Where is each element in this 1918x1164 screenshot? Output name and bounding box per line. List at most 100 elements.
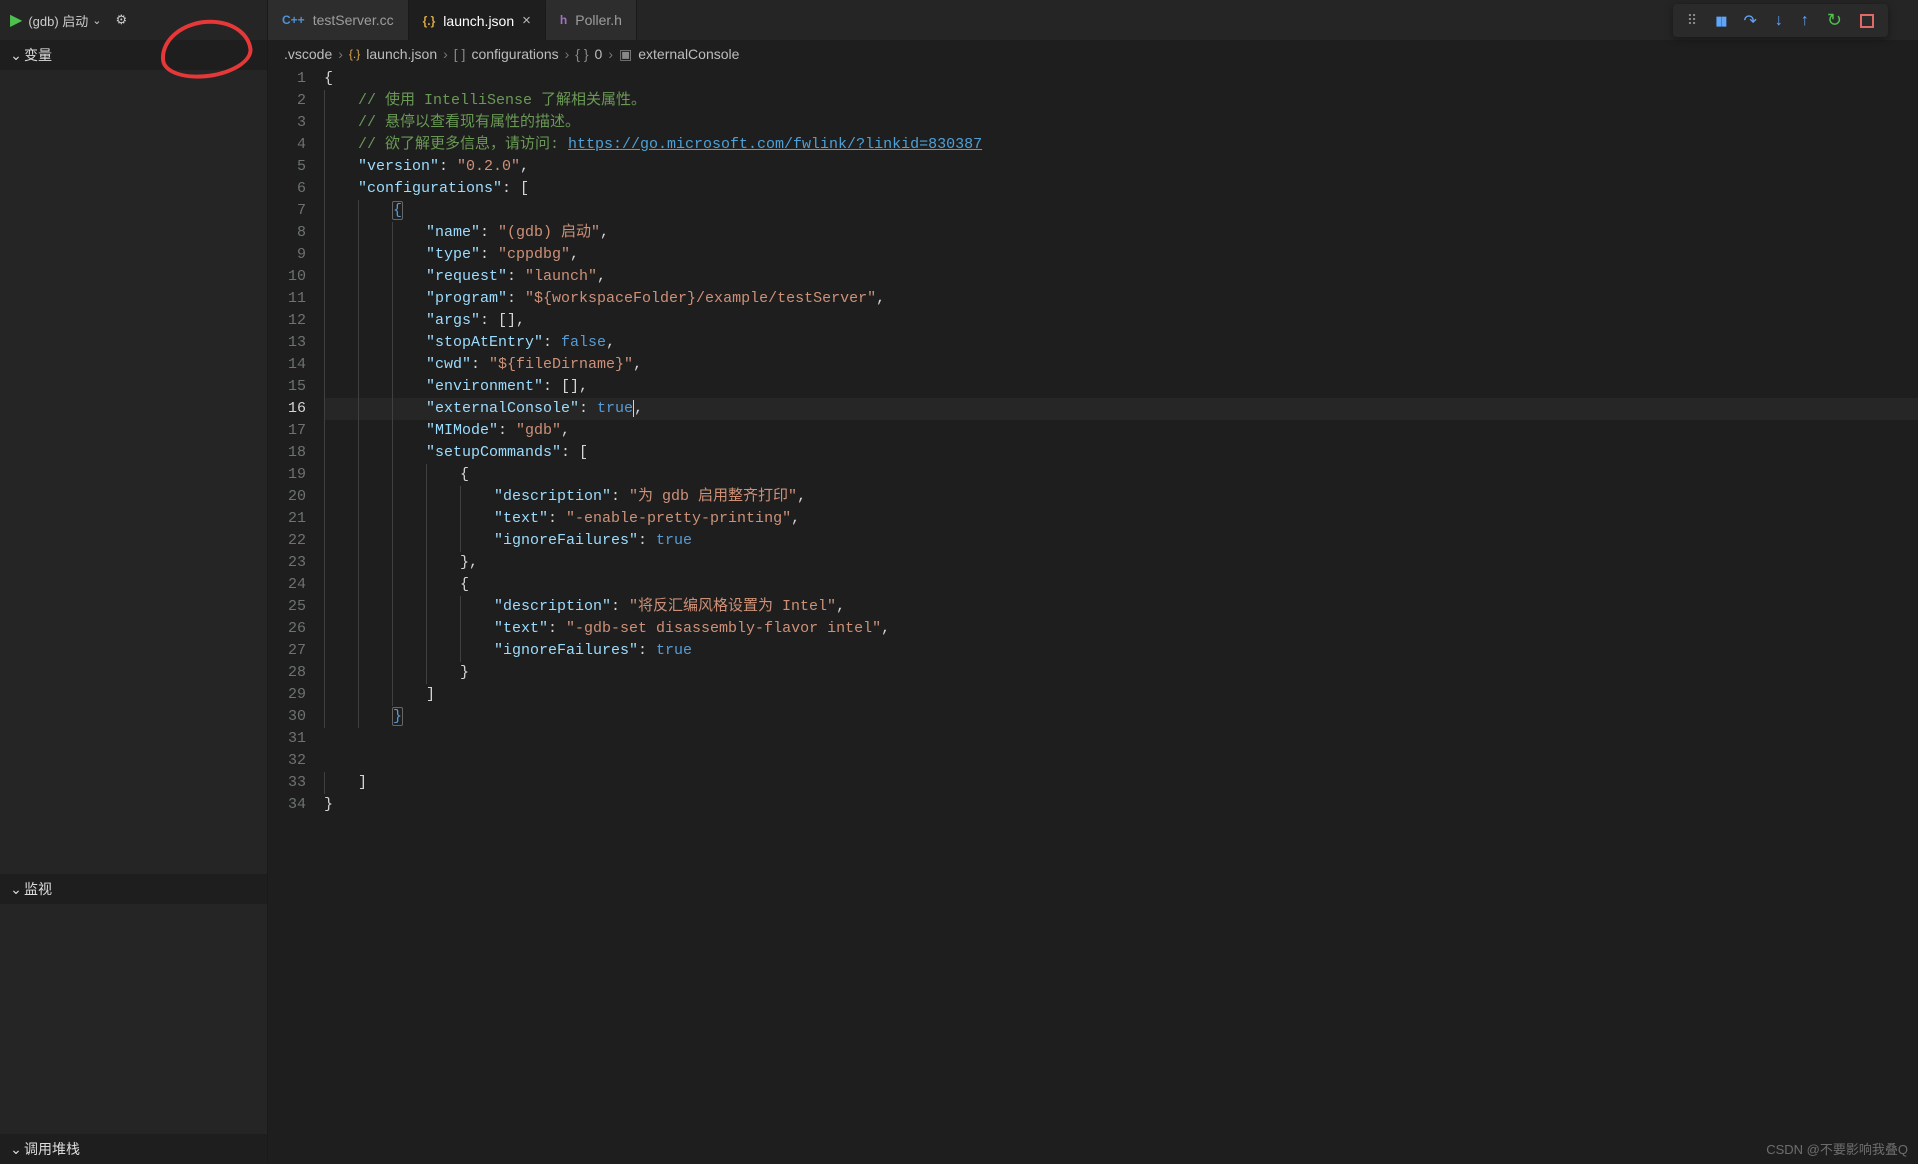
gear-icon[interactable]: ⚙ [116,12,128,28]
code-line[interactable]: "type": "cppdbg", [324,244,1918,266]
line-number: 10 [268,266,306,288]
line-number: 22 [268,530,306,552]
tab-label: Poller.h [575,12,622,28]
code-line[interactable]: { [324,464,1918,486]
line-number: 31 [268,728,306,750]
json-file-icon: {.} [349,47,360,61]
code-editor[interactable]: 1234567891011121314151617181920212223242… [268,68,1918,1164]
breadcrumb[interactable]: .vscode › {.} launch.json › [ ] configur… [268,40,1918,68]
tab-label: testServer.cc [313,12,394,28]
code-line[interactable]: // 悬停以查看现有属性的描述。 [324,112,1918,134]
code-line[interactable]: "setupCommands": [ [324,442,1918,464]
restart-icon[interactable]: ↻ [1827,10,1842,31]
code-line[interactable]: "MIMode": "gdb", [324,420,1918,442]
line-number: 33 [268,772,306,794]
debug-run-control: ▶ (gdb) 启动 ⌄ ⚙ [0,0,267,40]
code-line[interactable]: } [324,662,1918,684]
line-number: 15 [268,376,306,398]
line-number: 6 [268,178,306,200]
tab-launch-json[interactable]: {.} launch.json × [409,0,546,40]
code-line[interactable]: } [324,706,1918,728]
code-line[interactable]: "name": "(gdb) 启动", [324,222,1918,244]
bc-leaf[interactable]: externalConsole [638,46,739,62]
code-line[interactable]: "description": "将反汇编风格设置为 Intel", [324,596,1918,618]
panel-variables-body [0,70,267,874]
code-line[interactable]: } [324,794,1918,816]
panel-variables[interactable]: ⌄ 变量 [0,40,267,70]
array-icon: [ ] [454,46,466,62]
code-line[interactable]: "description": "为 gdb 启用整齐打印", [324,486,1918,508]
code-line[interactable]: "request": "launch", [324,266,1918,288]
chevron-down-icon: ⌄ [8,881,24,898]
bc-file[interactable]: launch.json [366,46,437,62]
line-number: 14 [268,354,306,376]
pause-icon[interactable]: ▮▮ [1715,13,1725,29]
line-number: 32 [268,750,306,772]
code-line[interactable]: "ignoreFailures": true [324,530,1918,552]
debug-toolbar[interactable]: ⠿ ▮▮ ↷ ↓ ↑ ↻ [1673,4,1888,37]
step-into-icon[interactable]: ↓ [1775,12,1783,30]
code-line[interactable]: ] [324,772,1918,794]
panel-watch-body [0,904,267,1134]
step-over-icon[interactable]: ↷ [1744,11,1757,31]
line-number: 34 [268,794,306,816]
cpp-file-icon: C++ [282,13,305,27]
code-line[interactable]: "stopAtEntry": false, [324,332,1918,354]
line-number: 26 [268,618,306,640]
grip-icon[interactable]: ⠿ [1687,12,1697,29]
line-number: 21 [268,508,306,530]
line-number: 25 [268,596,306,618]
line-number: 12 [268,310,306,332]
code-line[interactable]: ] [324,684,1918,706]
code-line[interactable]: "program": "${workspaceFolder}/example/t… [324,288,1918,310]
json-file-icon: {.} [423,14,436,28]
chevron-down-icon: ⌄ [92,14,101,27]
bc-prop[interactable]: configurations [471,46,558,62]
panel-watch-label: 监视 [24,879,52,899]
editor-area: C++ testServer.cc {.} launch.json × h Po… [268,0,1918,1164]
bc-index[interactable]: 0 [595,46,603,62]
chevron-right-icon: › [443,46,448,62]
code-line[interactable]: "environment": [], [324,376,1918,398]
tab-poller-h[interactable]: h Poller.h [546,0,637,40]
debug-sidebar: ▶ (gdb) 启动 ⌄ ⚙ ⌄ 变量 ⌄ 监视 ⌄ 调用堆栈 [0,0,268,1164]
panel-watch[interactable]: ⌄ 监视 [0,874,267,904]
stop-icon[interactable] [1860,14,1874,28]
code-line[interactable]: { [324,68,1918,90]
bc-folder[interactable]: .vscode [284,46,332,62]
code-line[interactable]: "externalConsole": true, [324,398,1918,420]
close-tab-icon[interactable]: × [522,12,531,29]
line-number: 1 [268,68,306,90]
line-number: 4 [268,134,306,156]
debug-config-label: (gdb) 启动 [28,11,88,30]
code-line[interactable] [324,728,1918,750]
code-line[interactable]: { [324,574,1918,596]
step-out-icon[interactable]: ↑ [1801,12,1809,30]
line-number: 8 [268,222,306,244]
code-line[interactable]: "version": "0.2.0", [324,156,1918,178]
code-line[interactable]: "cwd": "${fileDirname}", [324,354,1918,376]
code-line[interactable]: "configurations": [ [324,178,1918,200]
chevron-down-icon: ⌄ [8,47,24,64]
code-line[interactable] [324,750,1918,772]
tab-testserver[interactable]: C++ testServer.cc [268,0,409,40]
code-line[interactable]: "ignoreFailures": true [324,640,1918,662]
source[interactable]: {// 使用 IntelliSense 了解相关属性。// 悬停以查看现有属性的… [324,68,1918,1164]
object-icon: { } [575,46,588,62]
start-debug-icon[interactable]: ▶ [10,10,22,30]
panel-callstack[interactable]: ⌄ 调用堆栈 [0,1134,267,1164]
code-line[interactable]: }, [324,552,1918,574]
line-number: 17 [268,420,306,442]
line-number: 18 [268,442,306,464]
debug-config-dropdown[interactable]: (gdb) 启动 ⌄ [28,11,101,30]
code-line[interactable]: { [324,200,1918,222]
code-line[interactable]: "text": "-gdb-set disassembly-flavor int… [324,618,1918,640]
symbol-icon: ▣ [619,46,632,63]
panel-variables-label: 变量 [24,45,52,65]
code-line[interactable]: // 欲了解更多信息，请访问: https://go.microsoft.com… [324,134,1918,156]
code-line[interactable]: "args": [], [324,310,1918,332]
code-line[interactable]: // 使用 IntelliSense 了解相关属性。 [324,90,1918,112]
line-number: 23 [268,552,306,574]
line-number: 24 [268,574,306,596]
code-line[interactable]: "text": "-enable-pretty-printing", [324,508,1918,530]
